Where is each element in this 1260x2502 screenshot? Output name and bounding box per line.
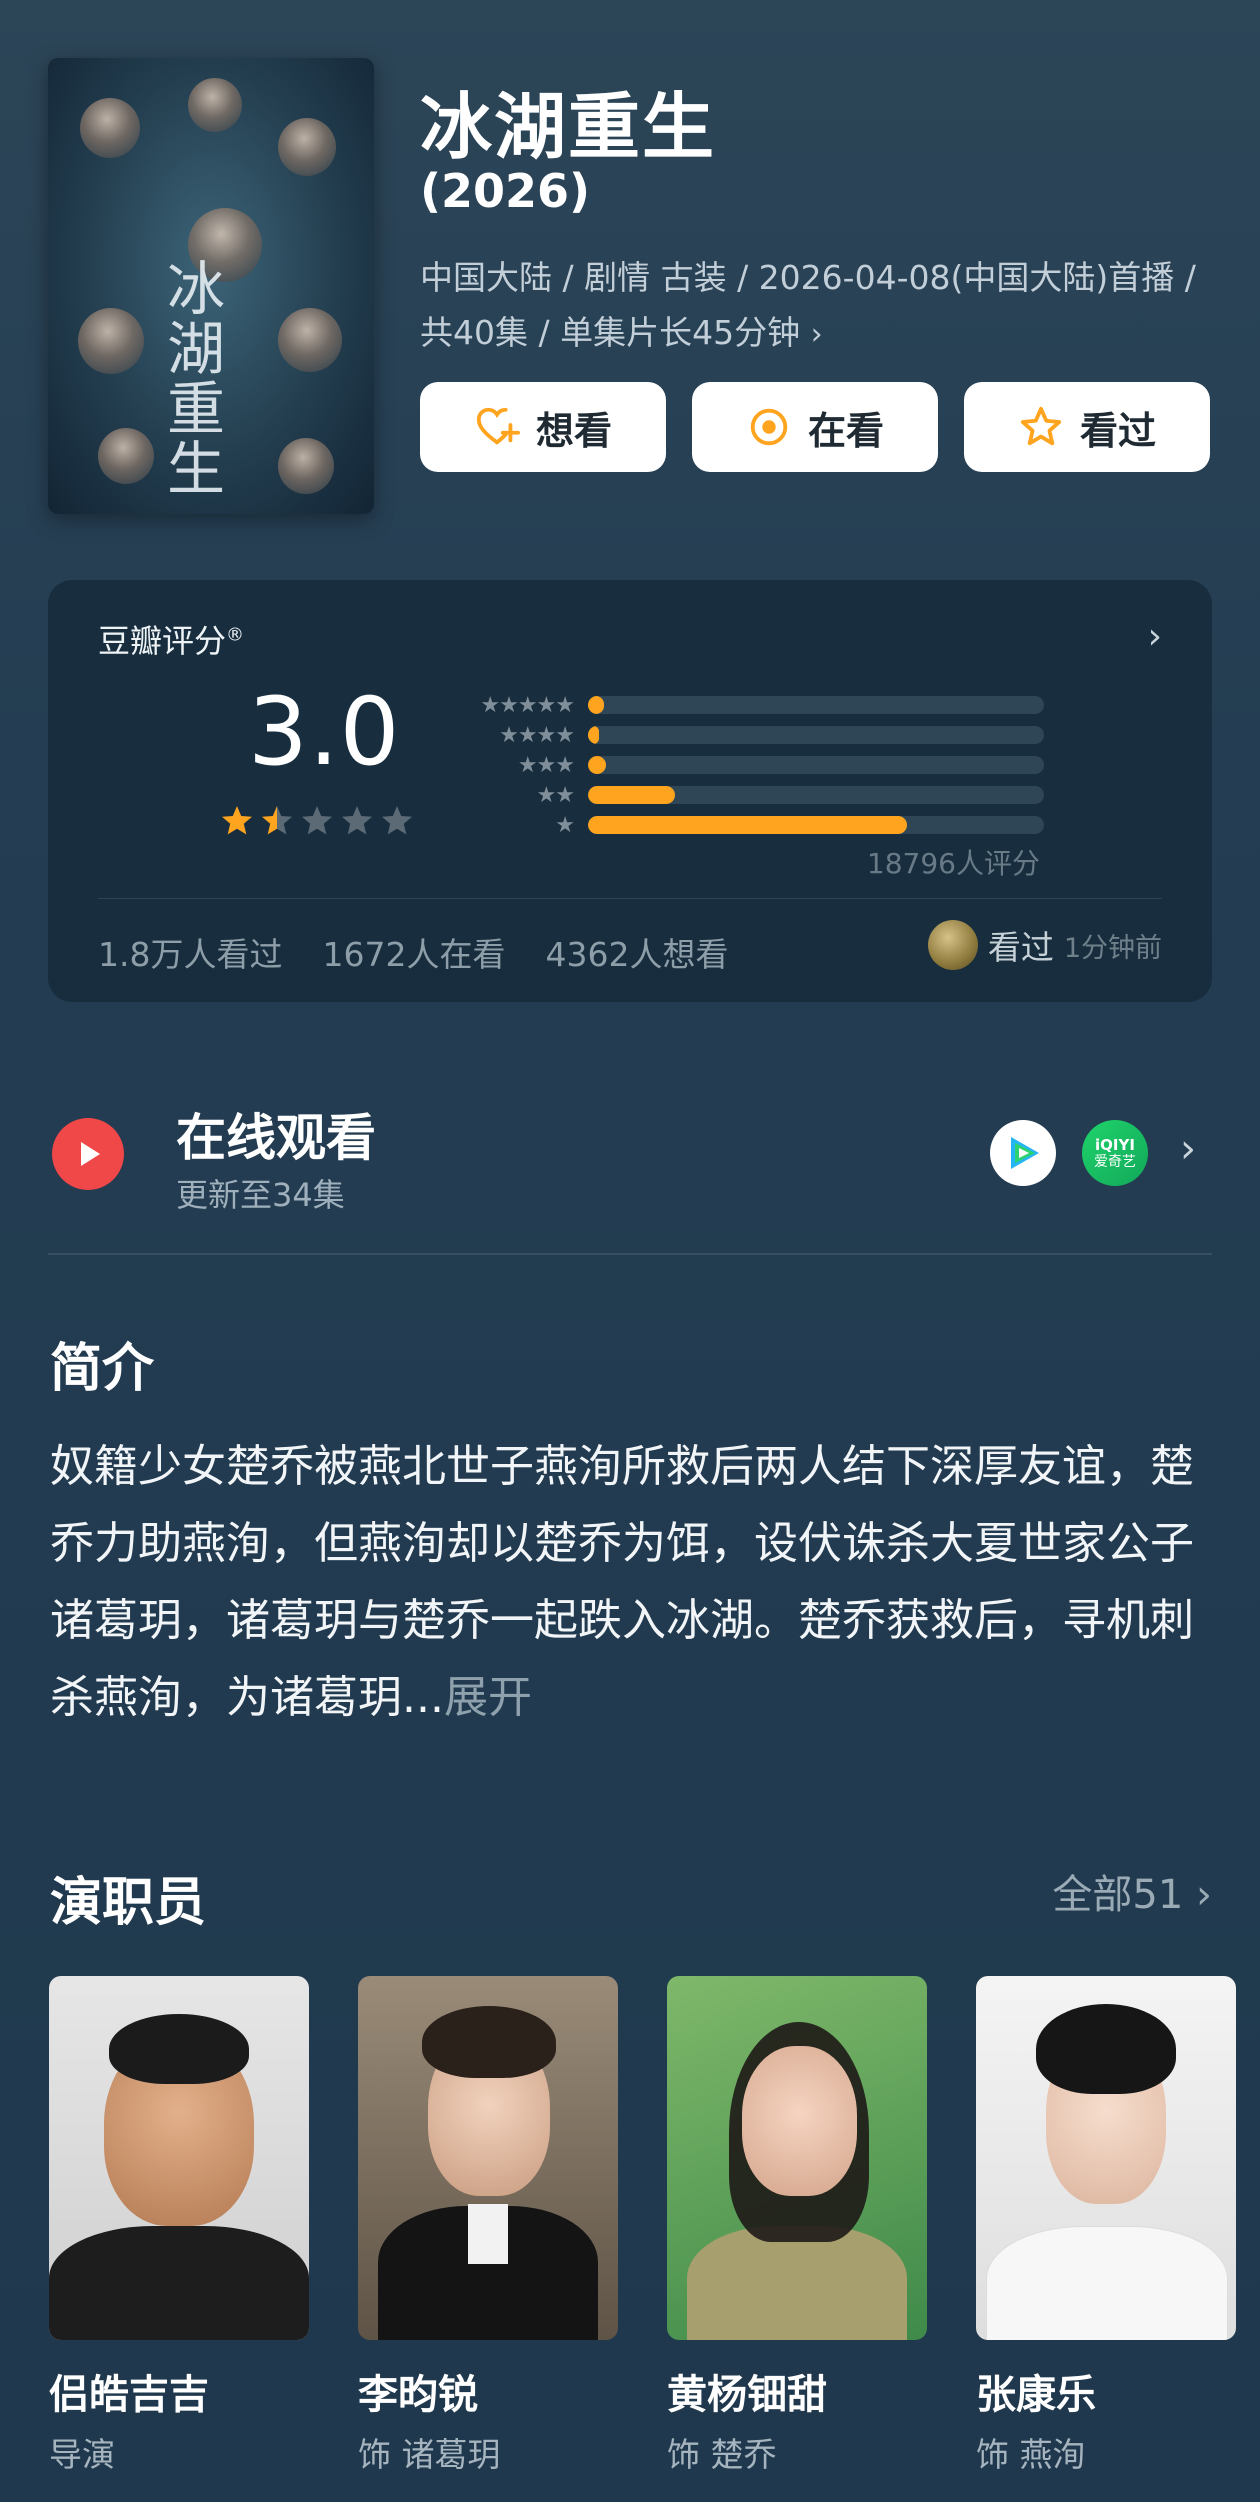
chevron-right-icon: › (1196, 1872, 1212, 1918)
watch-stats: 1.8万人看过 1672人在看 4362人想看 (98, 928, 728, 976)
cast-card[interactable]: 李昀锐 饰 诸葛玥 (358, 1976, 618, 2476)
cast-all-label: 全部51 (1052, 1872, 1184, 1918)
rating-count: 18796人评分 (866, 847, 1040, 880)
avatar (927, 920, 978, 970)
watching-label: 在看 (807, 408, 884, 453)
page-title: 冰湖重生 (420, 85, 717, 169)
heart-plus-icon (476, 407, 520, 445)
watched-label: 看过 (1079, 408, 1156, 453)
poster-figure (98, 428, 154, 484)
distribution-row: ★★★ (454, 750, 1086, 780)
star-empty-icon (382, 806, 412, 835)
recent-action: 看过 (987, 928, 1054, 967)
registered-mark: ® (226, 624, 245, 646)
poster-title-calligraphy: 冰湖重生 (157, 258, 225, 498)
iqiyi-label: iQIYI (1095, 1135, 1135, 1154)
cast-role: 饰 楚乔 (667, 2435, 777, 2474)
chevron-right-icon[interactable]: › (1180, 1126, 1196, 1172)
distribution-bar (588, 756, 1044, 774)
cast-name: 李昀锐 (358, 2372, 478, 2418)
recent-activity[interactable]: 看过 1分钟前 (927, 920, 1162, 970)
intro-body: 奴籍少女楚乔被燕北世子燕洵所救后两人结下深厚友谊，楚乔力助燕洵，但燕洵却以楚乔为… (50, 1441, 1194, 1723)
recent-time: 1分钟前 (1063, 932, 1162, 964)
cast-card[interactable]: 张康乐 饰 燕洵 (976, 1976, 1236, 2476)
distribution-fill (588, 756, 607, 774)
cast-all-link[interactable]: 全部51 › (1052, 1862, 1212, 1920)
play-icon[interactable] (52, 1118, 124, 1190)
distribution-fill (588, 816, 908, 834)
distribution-stars: ★ (555, 812, 575, 838)
watched-button[interactable]: 看过 (964, 382, 1210, 472)
poster-figure (80, 98, 140, 158)
poster[interactable]: 冰湖重生 (48, 58, 374, 514)
cast-role: 饰 燕洵 (976, 2435, 1086, 2474)
chevron-right-icon[interactable]: › (1148, 616, 1162, 657)
poster-figure (188, 78, 242, 132)
poster-figure (278, 438, 334, 494)
rating-label-text: 豆瓣评分 (98, 622, 227, 660)
online-watch-title[interactable]: 在线观看 (176, 1098, 376, 1170)
distribution-row: ★★ (454, 780, 1086, 810)
expand-link[interactable]: 展开 (444, 1672, 532, 1723)
cast-card[interactable]: 侣皓吉吉 导演 (49, 1976, 309, 2476)
iqiyi-icon[interactable]: iQIYI 爱奇艺 (1082, 1120, 1148, 1186)
distribution-stars: ★★★ (517, 752, 575, 778)
poster-figure (278, 118, 336, 176)
target-icon (750, 408, 788, 446)
tencent-video-icon[interactable] (990, 1120, 1056, 1186)
cast-title: 演职员 (50, 1873, 207, 1933)
distribution-fill (588, 696, 604, 714)
intro-text[interactable]: 奴籍少女楚乔被燕北世子燕洵所救后两人结下深厚友谊，楚乔力助燕洵，但燕洵却以楚乔为… (50, 1428, 1220, 1736)
intro-title: 简介 (50, 1339, 155, 1399)
cast-name: 张康乐 (976, 2372, 1096, 2418)
distribution-bar (588, 696, 1044, 714)
distribution-row: ★★★★ (454, 720, 1086, 750)
distribution-stars: ★★ (536, 782, 575, 808)
meta-info[interactable]: 中国大陆 / 剧情 古装 / 2026-04-08(中国大陆)首播 / 共40集… (420, 250, 1210, 362)
cast-role: 导演 (49, 2435, 115, 2474)
star-outline-icon (1020, 406, 1062, 446)
rating-score: 3.0 (248, 678, 401, 787)
poster-figure (78, 308, 144, 374)
iqiyi-sublabel: 爱奇艺 (1094, 1153, 1136, 1170)
watching-count: 1672人在看 (322, 935, 506, 974)
distribution-row: ★★★★★ (454, 690, 1086, 720)
cast-photo (976, 1976, 1236, 2340)
star-full-icon (222, 806, 252, 835)
meta-text: 中国大陆 / 剧情 古装 / 2026-04-08(中国大陆)首播 / 共40集… (420, 258, 1196, 352)
distribution-bar (588, 786, 1044, 804)
distribution-fill (588, 726, 600, 744)
distribution-row: ★ (454, 810, 1086, 840)
cast-role: 饰 诸葛玥 (358, 2435, 501, 2474)
divider (98, 898, 1162, 899)
cast-photo (358, 1976, 618, 2340)
want-to-watch-label: 想看 (535, 408, 612, 453)
rating-card[interactable]: 豆瓣评分® › 3.0 ★★★★★ ★★★★ ★★★ ★★ ★ 18796人评分 1.8… (48, 580, 1212, 1002)
cast-name: 黄杨钿甜 (667, 2372, 827, 2418)
release-year: (2026) (420, 164, 591, 218)
online-watch-subtitle: 更新至34集 (176, 1176, 345, 1214)
rating-label: 豆瓣评分® (98, 616, 244, 662)
star-empty-icon (342, 806, 372, 835)
watched-count: 1.8万人看过 (98, 935, 283, 974)
score-stars (220, 804, 414, 838)
rating-distribution: ★★★★★ ★★★★ ★★★ ★★ ★ (454, 690, 1086, 840)
chevron-right-icon: › (810, 317, 823, 352)
divider (48, 1253, 1212, 1255)
cast-photo (49, 1976, 309, 2340)
want-to-watch-button[interactable]: 想看 (420, 382, 666, 472)
poster-figure (278, 308, 342, 372)
watching-button[interactable]: 在看 (692, 382, 938, 472)
distribution-fill (588, 786, 675, 804)
distribution-bar (588, 816, 1044, 834)
star-empty-icon (302, 806, 332, 835)
distribution-stars: ★★★★★ (480, 692, 575, 718)
distribution-bar (588, 726, 1044, 744)
cast-photo (667, 1976, 927, 2340)
star-half-icon (262, 806, 292, 835)
cast-card[interactable]: 黄杨钿甜 饰 楚乔 (667, 1976, 927, 2476)
cast-name: 侣皓吉吉 (49, 2372, 209, 2418)
want-count: 4362人想看 (545, 935, 729, 974)
distribution-stars: ★★★★ (499, 722, 575, 748)
